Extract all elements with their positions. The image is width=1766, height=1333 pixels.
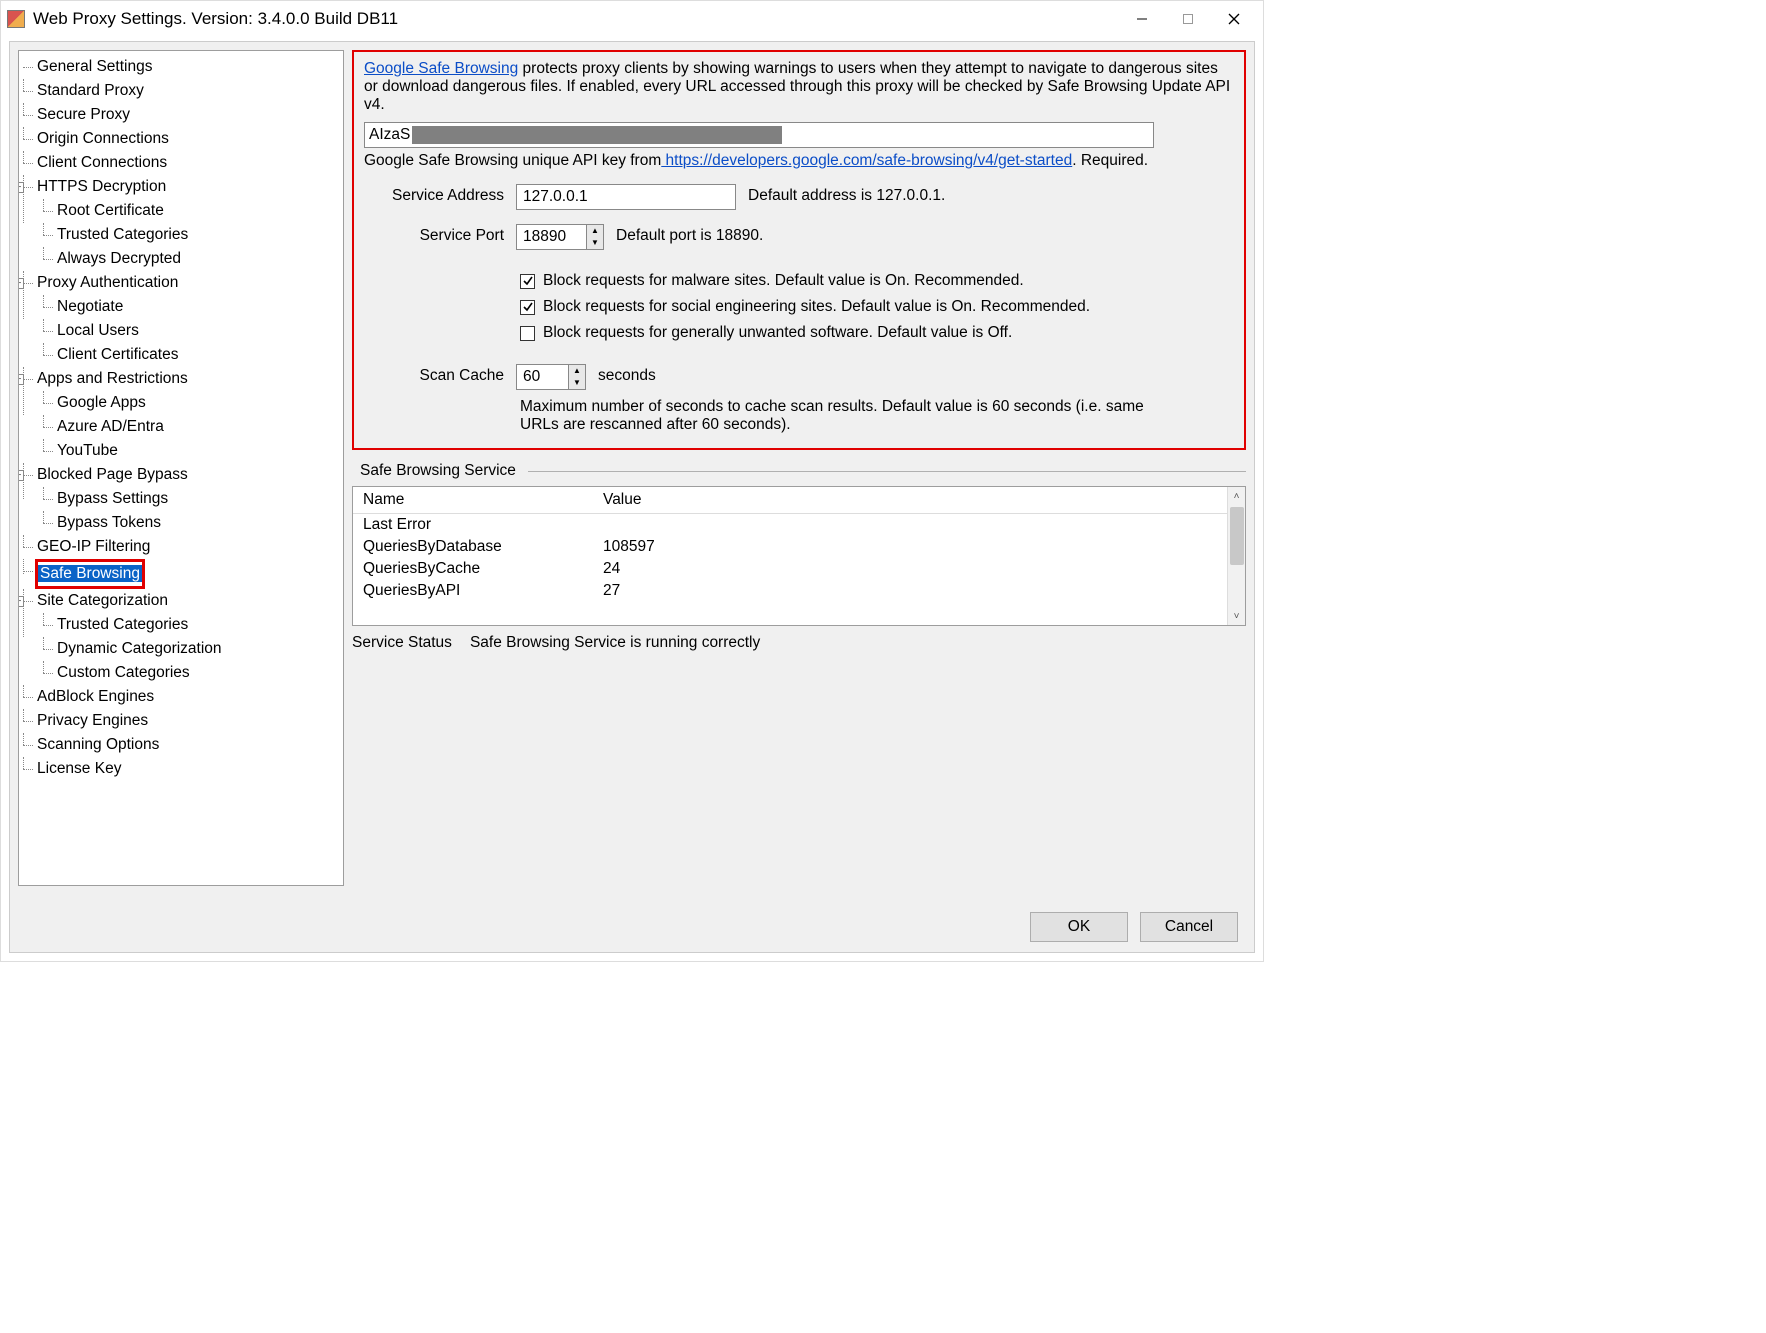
scan-cache-spinner[interactable]: ▲▼ [516,364,586,390]
tree-item[interactable]: Safe Browsing [38,565,142,582]
tree-item[interactable]: Dynamic Categorization [55,640,224,657]
spin-down-icon[interactable]: ▼ [569,377,585,389]
tree-expander-icon[interactable]: − [18,182,24,193]
nav-tree[interactable]: General Settings Standard Proxy Secure Pro… [18,50,344,886]
service-port-spinner[interactable]: ▲▼ [516,224,604,250]
app-icon [7,10,25,28]
tree-item[interactable]: License Key [35,760,123,777]
close-button[interactable] [1211,4,1257,34]
minimize-button[interactable] [1119,4,1165,34]
block-unwanted-label: Block requests for generally unwanted so… [543,324,1012,342]
tree-item[interactable]: Proxy Authentication [35,274,180,291]
tree-item[interactable]: Origin Connections [35,130,171,147]
api-docs-link[interactable]: https://developers.google.com/safe-brows… [661,152,1072,169]
table-row[interactable]: Last Error [353,514,1227,537]
service-groupbox: Safe Browsing Service Name Value Last Er… [352,462,1246,652]
table-row[interactable]: QueriesByCache24 [353,558,1227,580]
tree-item[interactable]: Privacy Engines [35,712,150,729]
tree-item[interactable]: Custom Categories [55,664,192,681]
api-key-input[interactable]: AIzaS [364,122,1154,148]
service-address-label: Service Address [364,184,504,205]
tree-item[interactable]: AdBlock Engines [35,688,156,705]
service-status-label: Service Status [352,634,452,652]
block-malware-checkbox[interactable] [520,274,535,289]
tree-item[interactable]: GEO-IP Filtering [35,538,152,555]
safe-browsing-link[interactable]: Google Safe Browsing [364,60,518,77]
ok-button[interactable]: OK [1030,912,1128,942]
tree-item[interactable]: Always Decrypted [55,250,183,267]
tree-expander-icon[interactable]: − [18,374,24,385]
main-panel: Google Safe Browsing protects proxy clie… [352,50,1246,886]
titlebar: Web Proxy Settings. Version: 3.4.0.0 Bui… [1,1,1263,37]
service-status-value: Safe Browsing Service is running correct… [470,634,760,652]
block-malware-label: Block requests for malware sites. Defaul… [543,272,1024,290]
api-key-visible: AIzaS [369,126,410,144]
table-row[interactable]: QueriesByAPI27 [353,580,1227,602]
service-port-hint: Default port is 18890. [616,224,763,245]
table-row[interactable]: QueriesByDatabase108597 [353,536,1227,558]
tree-item[interactable]: Blocked Page Bypass [35,466,190,483]
maximize-button[interactable] [1165,4,1211,34]
tree-expander-icon[interactable]: − [18,278,24,289]
service-port-input[interactable] [516,224,586,250]
api-key-masked [412,126,782,144]
block-social-label: Block requests for social engineering si… [543,298,1090,316]
tree-item[interactable]: Scanning Options [35,736,161,753]
service-table: Name Value Last ErrorQueriesByDatabase10… [352,486,1246,626]
tree-item[interactable]: General Settings [35,58,154,75]
service-address-input[interactable] [516,184,736,210]
tree-item[interactable]: Secure Proxy [35,106,132,123]
tree-expander-icon[interactable]: − [18,596,24,607]
spin-up-icon[interactable]: ▲ [587,225,603,237]
tree-item[interactable]: Apps and Restrictions [35,370,190,387]
scan-cache-label: Scan Cache [364,364,504,385]
col-name: Name [353,487,593,514]
tree-item[interactable]: Negotiate [55,298,125,315]
tree-item[interactable]: Trusted Categories [55,616,190,633]
table-scrollbar[interactable]: ˄ ˅ [1227,487,1245,625]
cancel-button[interactable]: Cancel [1140,912,1238,942]
service-address-hint: Default address is 127.0.0.1. [748,184,945,205]
intro-text: Google Safe Browsing protects proxy clie… [364,60,1234,114]
settings-window: Web Proxy Settings. Version: 3.4.0.0 Bui… [0,0,1264,962]
tree-item[interactable]: YouTube [55,442,120,459]
tree-item-highlight: Safe Browsing [35,559,145,589]
window-title: Web Proxy Settings. Version: 3.4.0.0 Bui… [33,9,1119,29]
col-value: Value [593,487,1227,514]
spin-down-icon[interactable]: ▼ [587,237,603,249]
tree-item[interactable]: Bypass Tokens [55,514,163,531]
scan-cache-help: Maximum number of seconds to cache scan … [520,398,1160,434]
tree-item[interactable]: Site Categorization [35,592,170,609]
scan-cache-unit: seconds [598,364,656,385]
service-group-title: Safe Browsing Service [356,462,520,480]
scroll-up-icon[interactable]: ˄ [1228,487,1245,505]
tree-item[interactable]: Trusted Categories [55,226,190,243]
tree-item[interactable]: Google Apps [55,394,148,411]
service-port-label: Service Port [364,224,504,245]
scroll-down-icon[interactable]: ˅ [1228,607,1245,625]
api-key-help: Google Safe Browsing unique API key from… [364,152,1234,170]
scroll-thumb[interactable] [1230,507,1244,565]
block-unwanted-checkbox[interactable] [520,326,535,341]
scan-cache-input[interactable] [516,364,568,390]
block-social-checkbox[interactable] [520,300,535,315]
tree-item[interactable]: Standard Proxy [35,82,146,99]
tree-item[interactable]: Root Certificate [55,202,166,219]
settings-highlight-box: Google Safe Browsing protects proxy clie… [352,50,1246,450]
spin-up-icon[interactable]: ▲ [569,365,585,377]
tree-expander-icon[interactable]: − [18,470,24,481]
content-area: General Settings Standard Proxy Secure Pro… [9,41,1255,953]
tree-item[interactable]: Local Users [55,322,141,339]
tree-item[interactable]: HTTPS Decryption [35,178,168,195]
tree-item[interactable]: Bypass Settings [55,490,170,507]
tree-item[interactable]: Client Connections [35,154,169,171]
tree-item[interactable]: Client Certificates [55,346,180,363]
tree-item[interactable]: Azure AD/Entra [55,418,166,435]
